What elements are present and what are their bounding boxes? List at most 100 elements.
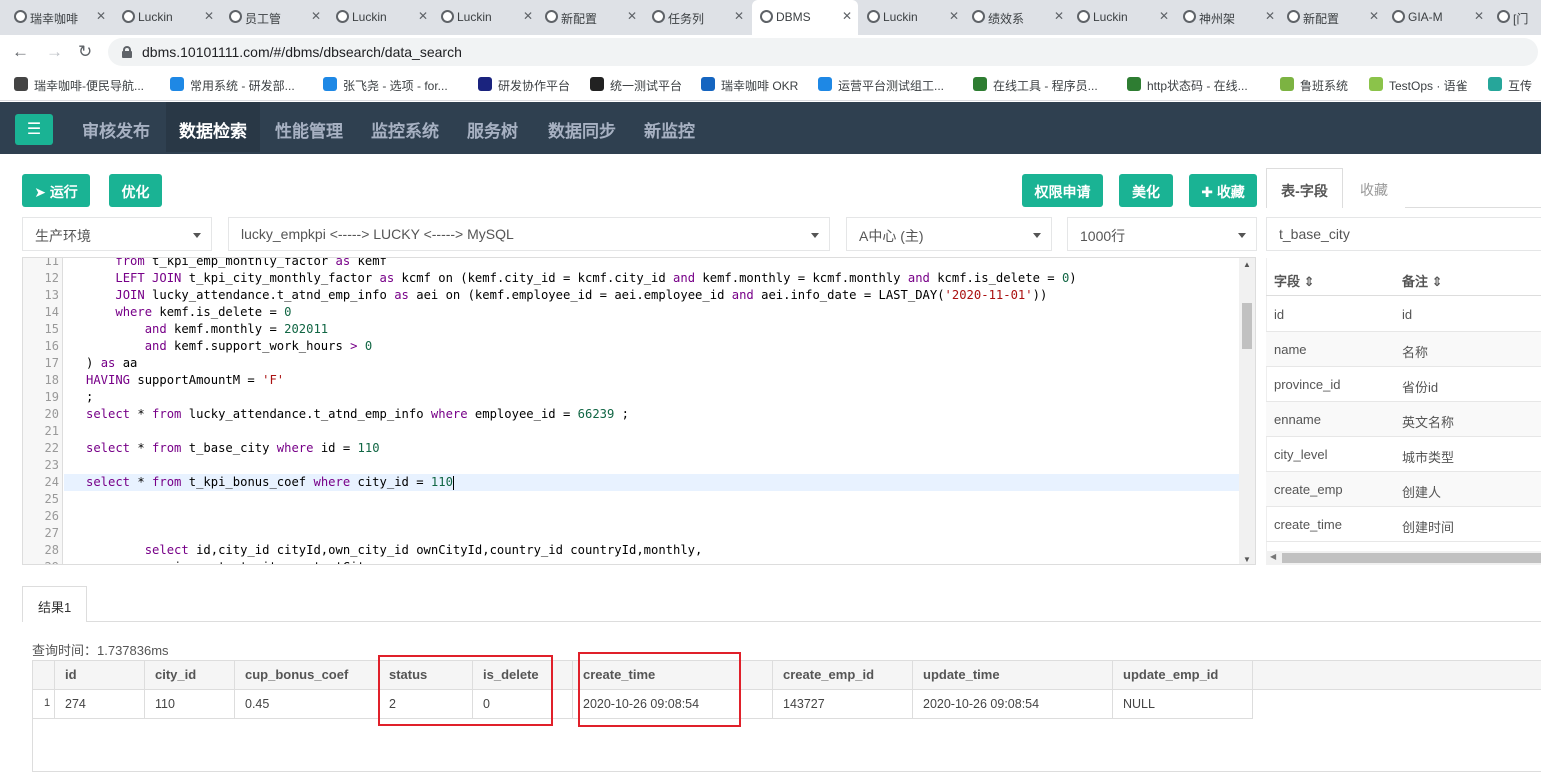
column-header[interactable]: cup_bonus_coef [235, 661, 379, 690]
bookmark-item[interactable]: 统一测试平台 [590, 77, 682, 94]
tab-favorites[interactable]: 收藏 [1343, 168, 1405, 208]
reload-icon[interactable]: ↻ [78, 42, 92, 62]
scroll-down-icon[interactable]: ▼ [1243, 555, 1251, 564]
close-tab-icon[interactable]: ✕ [311, 9, 321, 23]
browser-tab[interactable]: 任务列 ✕ [644, 0, 750, 35]
field-horizontal-scrollbar[interactable]: ◀ [1266, 551, 1541, 565]
favorite-button[interactable]: ✚ 收藏 [1189, 174, 1257, 207]
nav-item[interactable]: 监控系统 [357, 102, 447, 152]
environment-value: 生产环境 [35, 228, 91, 244]
table-cell[interactable]: 274 [55, 690, 145, 719]
table-cell[interactable]: 0.45 [235, 690, 379, 719]
close-tab-icon[interactable]: ✕ [627, 9, 637, 23]
close-tab-icon[interactable]: ✕ [1054, 9, 1064, 23]
nav-item[interactable]: 数据检索 [166, 102, 260, 152]
close-tab-icon[interactable]: ✕ [1474, 9, 1484, 23]
nav-item[interactable]: 新监控 [630, 102, 710, 152]
close-tab-icon[interactable]: ✕ [949, 9, 959, 23]
browser-tab[interactable]: 新配置 ✕ [1279, 0, 1385, 35]
column-header[interactable]: city_id [145, 661, 235, 690]
close-tab-icon[interactable]: ✕ [734, 9, 744, 23]
column-header[interactable]: id [55, 661, 145, 690]
browser-tab[interactable]: 员工管 ✕ [221, 0, 327, 35]
table-cell[interactable]: 2020-10-26 09:08:54 [913, 690, 1113, 719]
url-field[interactable]: dbms.10101111.com/#/dbms/dbsearch/data_s… [108, 38, 1538, 66]
table-cell[interactable]: 110 [145, 690, 235, 719]
column-header[interactable]: update_time [913, 661, 1113, 690]
code-line: JOIN lucky_attendance.t_atnd_emp_info as… [115, 288, 1048, 302]
close-tab-icon[interactable]: ✕ [842, 9, 852, 23]
field-row[interactable]: city_level 城市类型 [1266, 437, 1541, 472]
editor-vertical-scrollbar[interactable]: ▲ ▼ [1239, 258, 1255, 564]
browser-tab[interactable]: 瑞幸咖啡 ✕ [6, 0, 112, 35]
run-button[interactable]: ➤ 运行 [22, 174, 90, 207]
browser-tab[interactable]: 绩效系 ✕ [964, 0, 1070, 35]
back-icon[interactable]: ← [12, 42, 29, 62]
tab-result-1[interactable]: 结果1 [22, 586, 87, 622]
database-select[interactable]: lucky_empkpi <-----> LUCKY <-----> MySQL [228, 217, 830, 251]
panel-tab-divider [1405, 207, 1541, 208]
bookmark-item[interactable]: 常用系统 - 研发部... [170, 77, 295, 94]
field-column-header[interactable]: 字段 ⇕ [1274, 271, 1315, 290]
bookmark-item[interactable]: 研发协作平台 [478, 77, 570, 94]
browser-tab[interactable]: 新配置 ✕ [537, 0, 643, 35]
browser-tab[interactable]: [门 [1489, 0, 1541, 35]
forward-icon[interactable]: → [46, 42, 63, 62]
table-cell[interactable]: NULL [1113, 690, 1253, 719]
editor-scroll-thumb[interactable] [1242, 303, 1252, 349]
bookmark-item[interactable]: http状态码 - 在线... [1127, 77, 1248, 94]
field-comment: 创建人 [1402, 485, 1442, 500]
tab-table-fields[interactable]: 表-字段 [1266, 168, 1343, 208]
close-tab-icon[interactable]: ✕ [1265, 9, 1275, 23]
table-cell[interactable]: 143727 [773, 690, 913, 719]
bookmark-item[interactable]: 瑞幸咖啡 OKR [701, 77, 798, 94]
scroll-up-icon[interactable]: ▲ [1243, 260, 1251, 269]
bookmark-item[interactable]: 张飞尧 - 选项 - for... [323, 77, 448, 94]
nav-item[interactable]: 性能管理 [261, 102, 351, 152]
column-header[interactable]: update_emp_id [1113, 661, 1253, 690]
comment-column-header[interactable]: 备注 ⇕ [1402, 271, 1443, 290]
close-tab-icon[interactable]: ✕ [1159, 9, 1169, 23]
beautify-button[interactable]: 美化 [1119, 174, 1173, 207]
close-tab-icon[interactable]: ✕ [96, 9, 106, 23]
close-tab-icon[interactable]: ✕ [418, 9, 428, 23]
browser-tab[interactable]: Luckin ✕ [859, 0, 965, 35]
close-tab-icon[interactable]: ✕ [204, 9, 214, 23]
sql-editor[interactable]: 11 12 13 14 15 16 17 18 19 20 21 22 23 24 25 26 27 28 29 f… [22, 257, 1256, 565]
field-row[interactable]: enname 英文名称 [1266, 402, 1541, 437]
bookmark-item[interactable]: 互传 [1488, 77, 1532, 94]
browser-tab[interactable]: Luckin ✕ [1069, 0, 1175, 35]
field-row[interactable]: province_id 省份id [1266, 367, 1541, 402]
close-tab-icon[interactable]: ✕ [1369, 9, 1379, 23]
row-limit-select[interactable]: 1000行 [1067, 217, 1257, 251]
bookmark-item[interactable]: 鲁班系统 [1280, 77, 1348, 94]
optimize-button[interactable]: 优化 [109, 174, 162, 207]
field-comment: 城市类型 [1402, 450, 1455, 465]
bookmark-item[interactable]: 在线工具 - 程序员... [973, 77, 1098, 94]
bookmark-item[interactable]: 瑞幸咖啡-便民导航... [14, 77, 144, 94]
browser-tab[interactable]: Luckin ✕ [114, 0, 220, 35]
scroll-left-icon[interactable]: ◀ [1270, 552, 1276, 561]
field-row[interactable]: name 名称 [1266, 332, 1541, 367]
table-select[interactable]: t_base_city [1266, 217, 1541, 251]
bookmark-item[interactable]: 运营平台测试组工... [818, 77, 944, 94]
menu-toggle-button[interactable]: ☰ [15, 114, 53, 145]
browser-tab[interactable]: DBMS ✕ [752, 0, 858, 35]
browser-tab[interactable]: Luckin ✕ [433, 0, 539, 35]
close-tab-icon[interactable]: ✕ [523, 9, 533, 23]
browser-tab[interactable]: Luckin ✕ [328, 0, 434, 35]
field-scroll-thumb[interactable] [1282, 553, 1541, 563]
bookmark-item[interactable]: TestOps · 语雀 [1369, 77, 1468, 94]
browser-tab[interactable]: GIA-M ✕ [1384, 0, 1490, 35]
field-row[interactable]: id id [1266, 297, 1541, 332]
browser-tab[interactable]: 神州架 ✕ [1175, 0, 1281, 35]
column-header[interactable]: create_emp_id [773, 661, 913, 690]
environment-select[interactable]: 生产环境 [22, 217, 212, 251]
permission-request-button[interactable]: 权限申请 [1022, 174, 1103, 207]
nav-item[interactable]: 服务树 [453, 102, 528, 152]
center-select[interactable]: A中心 (主) [846, 217, 1052, 251]
field-row[interactable]: create_time 创建时间 [1266, 507, 1541, 542]
nav-item[interactable]: 数据同步 [534, 102, 624, 152]
nav-item[interactable]: 审核发布 [68, 102, 158, 152]
field-row[interactable]: create_emp 创建人 [1266, 472, 1541, 507]
